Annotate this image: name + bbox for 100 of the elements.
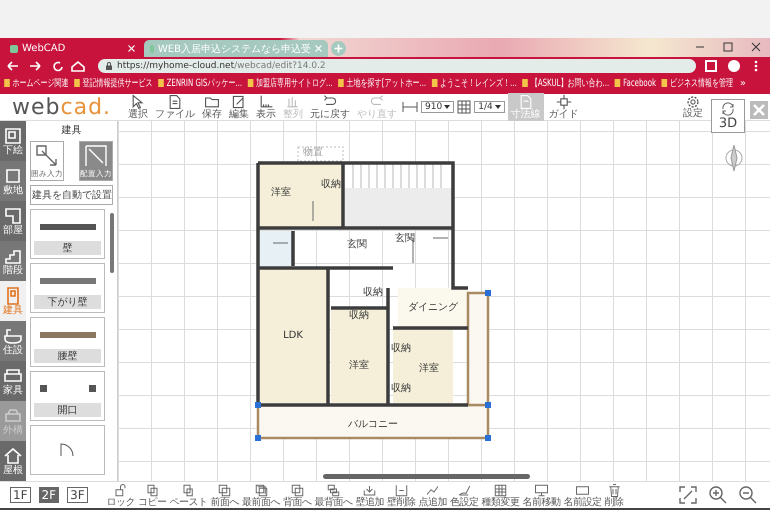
- room-label: 物置: [303, 147, 323, 158]
- grid-scale-select[interactable]: 1/4: [474, 101, 505, 113]
- category-tab[interactable]: 屋根: [0, 441, 26, 481]
- bookmark-link[interactable]: ZENRIN GISパッケー...: [158, 76, 242, 90]
- squares-icon: [217, 482, 232, 498]
- more-bookmarks-button[interactable]: »: [740, 78, 746, 88]
- close-icon[interactable]: [128, 45, 135, 52]
- floor-tab[interactable]: 1F: [10, 487, 31, 503]
- item-label: 壁: [34, 241, 101, 255]
- room-label: 洋室: [419, 363, 439, 374]
- room-label: 収納: [363, 287, 383, 298]
- edit-tool-button[interactable]: 削除: [604, 482, 625, 508]
- compass-icon[interactable]: [724, 143, 744, 173]
- wall-swatch: [40, 224, 96, 230]
- edit-tool-button[interactable]: 壁追加: [354, 482, 386, 508]
- bookmark-link[interactable]: 登記情報提供サービス: [74, 76, 153, 90]
- door-frame-icon: [83, 143, 109, 169]
- bookmark-link[interactable]: ホームページ関連: [4, 76, 69, 90]
- room-label: 洋室: [271, 187, 291, 198]
- edit-tool-button[interactable]: 種類変更: [480, 482, 521, 508]
- document-icon: [518, 94, 534, 110]
- item-label: 腰壁: [34, 349, 101, 363]
- room-label: ダイニング: [408, 302, 458, 313]
- floor-tab[interactable]: 2F: [38, 487, 60, 503]
- 3d-view-button[interactable]: 3D: [711, 99, 745, 133]
- toolbar-button[interactable]: 保存: [200, 94, 224, 120]
- grid-icon: [457, 100, 472, 114]
- tab-title: WebCAD: [22, 43, 66, 54]
- copy-icon: [144, 482, 160, 498]
- edit-tool-button[interactable]: 背面へ: [282, 482, 313, 508]
- grid-icon: [493, 482, 508, 498]
- edit-tool-button[interactable]: 最背面へ: [314, 482, 354, 508]
- settings-icon: [686, 95, 700, 109]
- floor-plan-drawing[interactable]: [255, 146, 491, 441]
- fitting-item[interactable]: 腰壁: [30, 317, 105, 367]
- caret-icon: [494, 105, 501, 109]
- squares-icon: [326, 482, 342, 498]
- toolbar-button[interactable]: ファイル: [153, 94, 198, 120]
- room-icon: [3, 206, 23, 226]
- fitting-item[interactable]: 下がり壁: [30, 263, 105, 313]
- tab-title: WEB入居申込システムなら申込受: [158, 42, 311, 56]
- room-label: バルコニー: [348, 419, 398, 430]
- address-field[interactable]: https://myhome-cloud.net/webcad/edit?14.0.2: [98, 58, 696, 72]
- house-icon: [3, 446, 23, 466]
- room-label: 収納: [321, 179, 341, 190]
- squares-icon: [290, 482, 305, 498]
- squares-icon: [254, 482, 269, 498]
- trash-icon: [606, 482, 622, 498]
- floor-tab[interactable]: 3F: [67, 487, 88, 503]
- wall-width-select[interactable]: 910: [421, 101, 454, 113]
- fit-screen-icon[interactable]: [678, 485, 698, 505]
- category-tab[interactable]: 下絵: [0, 121, 26, 161]
- caret-icon: [444, 105, 450, 109]
- bookmark-link[interactable]: 【ASKUL】お問い合わ...: [522, 76, 610, 90]
- fitting-item[interactable]: 壁: [30, 209, 105, 259]
- edit-tool-button[interactable]: 名前設定: [562, 482, 603, 508]
- room-label: LDK: [283, 330, 303, 341]
- wall-swatch: [40, 332, 96, 338]
- lock-icon: [113, 482, 128, 498]
- monitor-icon: [534, 482, 550, 498]
- wall-swatch: [40, 278, 96, 284]
- zoom-out-icon[interactable]: [738, 485, 758, 505]
- edit-tool-button[interactable]: 名前移動: [522, 482, 562, 508]
- square-icon: [3, 166, 23, 186]
- room-label: 玄関: [395, 233, 415, 244]
- edit-tool-button[interactable]: 前面へ: [210, 482, 240, 508]
- toolbar-button[interactable]: 選択: [126, 94, 150, 120]
- toolbar-button[interactable]: 表示: [254, 94, 278, 120]
- bookmark-link[interactable]: ビジネス情報を管理: [662, 76, 734, 90]
- edit-tool-button[interactable]: ロック: [106, 482, 136, 508]
- room-label: 洋室: [349, 360, 369, 371]
- edit-tool-button[interactable]: コピー: [137, 482, 168, 508]
- scrollbar[interactable]: [110, 213, 114, 273]
- opening-icon: [38, 384, 98, 394]
- room-label: 玄関: [347, 239, 367, 250]
- wall-remove-icon: [394, 482, 409, 498]
- bookmark-link[interactable]: ようこそ！レインズ！...: [432, 76, 517, 90]
- crosshair-icon: [556, 94, 572, 110]
- bookmark-link[interactable]: Facebook: [614, 76, 656, 90]
- edit-tool-button[interactable]: ペースト: [168, 482, 209, 508]
- toolbar-button[interactable]: ガイド: [546, 94, 581, 120]
- bookmark-link[interactable]: 土地を探す[アットホー...: [338, 76, 426, 90]
- bathtub-icon: [3, 326, 23, 346]
- bookmark-link[interactable]: 加盟店専用サイトログ...: [248, 76, 333, 90]
- toolbar-button[interactable]: 元に戻す: [308, 94, 352, 120]
- document-icon: [167, 94, 184, 110]
- zoom-in-icon[interactable]: [708, 485, 728, 505]
- category-tab[interactable]: 部屋: [0, 201, 26, 241]
- room-label: 収納: [349, 310, 369, 321]
- edit-tool-button[interactable]: 壁削除: [386, 482, 417, 508]
- auto-place-button[interactable]: 建具を自動で設置: [30, 185, 113, 205]
- scrollbar[interactable]: [323, 474, 530, 479]
- edit-tool-button[interactable]: 色設定: [449, 482, 480, 508]
- lock-icon: [106, 62, 112, 70]
- fitting-item[interactable]: 開口: [30, 371, 105, 421]
- settings-button[interactable]: 設定: [681, 95, 705, 119]
- toolbar-button[interactable]: 編集: [227, 94, 252, 120]
- category-tab[interactable]: 家具: [0, 361, 26, 401]
- edit-tool-button[interactable]: 点追加: [418, 482, 448, 508]
- edit-tool-button[interactable]: 最前面へ: [241, 482, 282, 508]
